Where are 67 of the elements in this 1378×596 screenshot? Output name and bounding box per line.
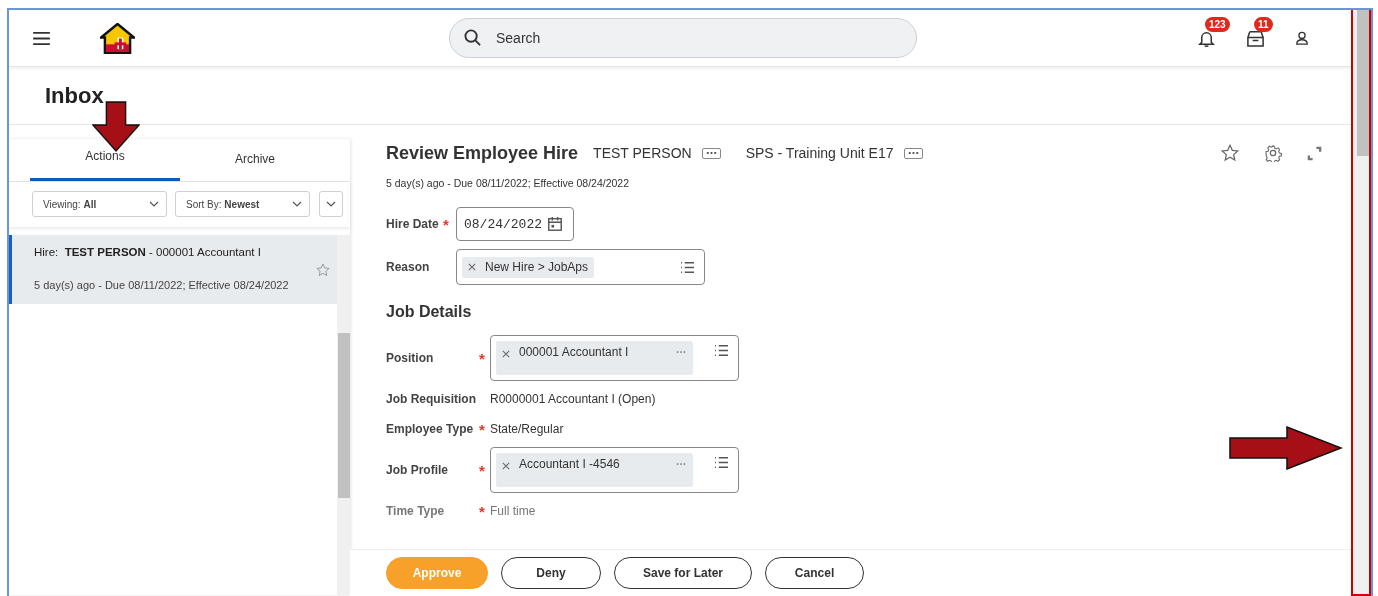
menu-icon[interactable] bbox=[33, 31, 50, 45]
tab[interactable]: Archive bbox=[180, 139, 330, 181]
section-heading: Job Details bbox=[386, 303, 473, 321]
more-button[interactable] bbox=[701, 147, 721, 159]
prompt-field[interactable]: New Hire > JobAps bbox=[456, 249, 705, 285]
chip-label: New Hire > JobAps bbox=[485, 260, 589, 274]
action-button[interactable]: Deny bbox=[501, 557, 601, 589]
search-icon bbox=[464, 29, 481, 46]
search-field[interactable]: Search bbox=[449, 18, 917, 58]
item-dates: 5 day(s) ago - Due 08/11/2022; Effective 08/24/2022 bbox=[34, 279, 290, 291]
chip-label: 000001 Accountant I bbox=[519, 345, 629, 359]
caret-icon bbox=[149, 201, 159, 207]
chip-label: Accountant I -4546 bbox=[519, 457, 620, 471]
house-logo-icon[interactable] bbox=[100, 22, 135, 54]
field-label: Job Requisition bbox=[386, 392, 477, 406]
item-title: Hire: TEST PERSON - 000001 Accountant I bbox=[34, 246, 262, 258]
caret-icon bbox=[292, 201, 302, 207]
calendar-icon[interactable] bbox=[547, 216, 563, 232]
field-value: R0000001 Accountant I (Open) bbox=[490, 392, 656, 406]
filter-dropdown[interactable]: Viewing: All bbox=[32, 191, 167, 217]
settings-icon[interactable] bbox=[1264, 144, 1282, 162]
remove-icon[interactable] bbox=[502, 350, 510, 358]
filter-dropdown[interactable]: Sort By: Newest bbox=[175, 191, 310, 217]
required-mark: * bbox=[479, 502, 486, 520]
more-icon[interactable] bbox=[675, 350, 687, 354]
scrollbar[interactable] bbox=[1351, 10, 1371, 596]
action-button[interactable]: Cancel bbox=[765, 557, 865, 589]
remove-icon[interactable] bbox=[468, 263, 476, 271]
ellipsis-icon bbox=[704, 151, 718, 155]
inbox-item[interactable]: Hire: TEST PERSON - 000001 Accountant I 5 day(s) ago - Due 08/11/2022; Effective 08/24/2022 bbox=[9, 235, 337, 304]
field-label: Job Profile bbox=[386, 463, 449, 477]
field-value: Full time bbox=[490, 504, 536, 518]
star-icon[interactable] bbox=[1221, 144, 1239, 162]
required-mark: * bbox=[479, 420, 486, 438]
action-button[interactable]: Save for Later bbox=[614, 557, 753, 589]
field-label: Position bbox=[386, 351, 435, 365]
caret-icon bbox=[326, 201, 336, 207]
list-icon[interactable] bbox=[680, 260, 695, 274]
notification-badge: 123 bbox=[1205, 16, 1230, 32]
more-icon[interactable] bbox=[675, 462, 687, 466]
page-title: Inbox bbox=[44, 82, 104, 109]
field-label: Reason bbox=[386, 260, 431, 274]
date-field[interactable]: 08/24/2022 bbox=[456, 207, 574, 241]
prompt-field[interactable]: 000001 Accountant I bbox=[490, 335, 739, 381]
user-icon[interactable] bbox=[1295, 31, 1309, 45]
star-icon[interactable] bbox=[316, 263, 330, 277]
field-value: State/Regular bbox=[490, 422, 564, 436]
field-label: Hire Date bbox=[386, 217, 440, 231]
prompt-field[interactable]: Accountant I -4546 bbox=[490, 447, 739, 493]
required-mark: * bbox=[443, 215, 450, 233]
worker-name: TEST PERSON bbox=[593, 145, 692, 161]
remove-icon[interactable] bbox=[502, 462, 510, 470]
required-mark: * bbox=[479, 349, 486, 367]
organization-name: SPS - Training Unit E17 bbox=[745, 145, 894, 161]
field-label: Time Type bbox=[386, 504, 446, 518]
expand-icon[interactable] bbox=[1307, 145, 1322, 161]
task-title: Review Employee Hire bbox=[386, 142, 579, 164]
required-mark: * bbox=[479, 461, 486, 479]
list-icon[interactable] bbox=[714, 344, 729, 357]
field-label: Employee Type bbox=[386, 422, 475, 436]
task-dates: 5 day(s) ago - Due 08/11/2022; Effective 08/24/2022 bbox=[386, 177, 631, 189]
inbox-tray-icon[interactable] bbox=[1246, 28, 1265, 48]
inbox-badge: 11 bbox=[1254, 16, 1273, 32]
ellipsis-icon bbox=[906, 151, 920, 155]
list-icon[interactable] bbox=[714, 456, 729, 469]
scrollbar[interactable] bbox=[337, 235, 350, 595]
more-button[interactable] bbox=[903, 147, 923, 159]
